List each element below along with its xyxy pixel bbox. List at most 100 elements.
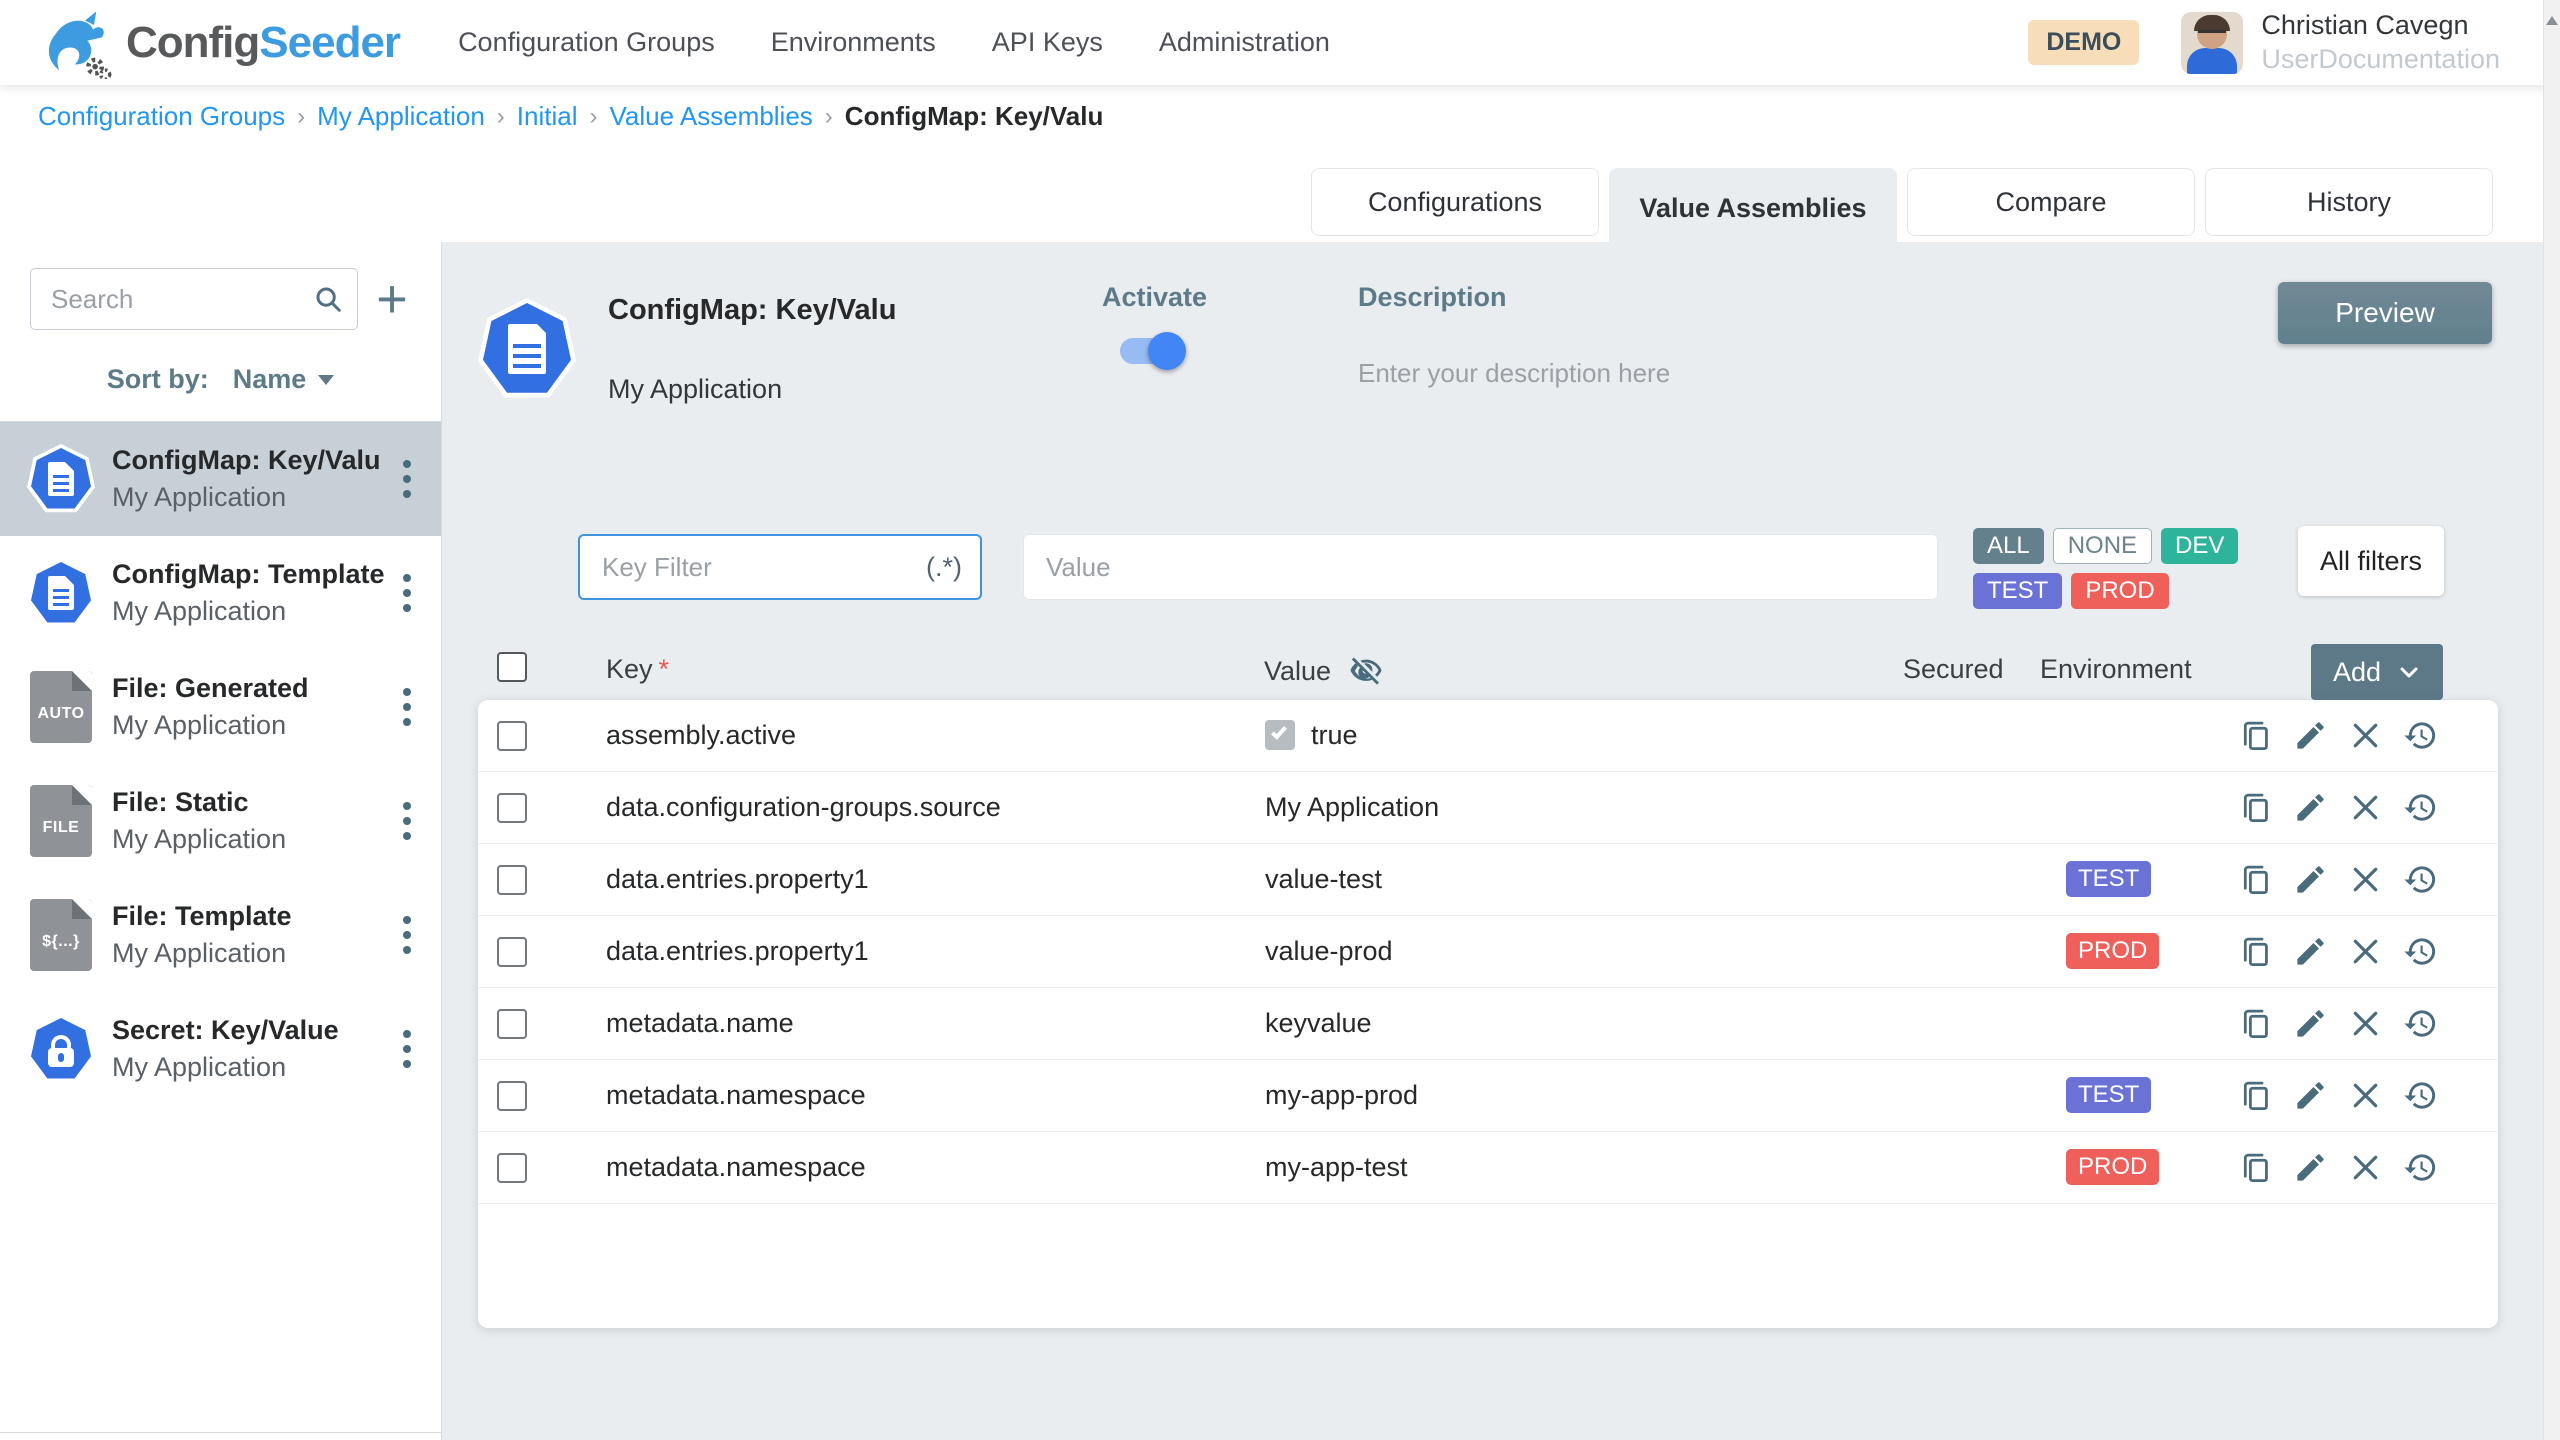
tab-history[interactable]: History [2205,168,2493,236]
item-menu-button[interactable] [387,802,427,840]
delete-icon[interactable] [2348,718,2383,753]
item-menu-button[interactable] [387,916,427,954]
preview-button[interactable]: Preview [2278,282,2492,344]
edit-icon[interactable] [2293,1150,2328,1185]
row-checkbox[interactable] [497,721,527,751]
row-checkbox[interactable] [497,1153,527,1183]
item-icon-slot: FILE [24,785,98,857]
history-icon[interactable] [2403,862,2438,897]
eye-off-icon[interactable] [1349,654,1383,688]
row-checkbox[interactable] [497,865,527,895]
item-menu-button[interactable] [387,574,427,612]
row-value: true [1265,720,1358,751]
table-row: data.configuration-groups.source My Appl… [478,772,2498,844]
copy-icon[interactable] [2238,1078,2273,1113]
row-checkbox[interactable] [497,793,527,823]
activate-toggle[interactable] [1120,338,1182,364]
delete-icon[interactable] [2348,790,2383,825]
add-entry-button[interactable]: Add [2311,644,2443,700]
row-checkbox[interactable] [497,1009,527,1039]
item-texts: Secret: Key/Value My Application [112,1015,387,1083]
copy-icon[interactable] [2238,1006,2273,1041]
breadcrumb-separator: › [825,103,833,131]
delete-icon[interactable] [2348,862,2383,897]
copy-icon[interactable] [2238,718,2273,753]
breadcrumb-link[interactable]: My Application [317,101,485,132]
edit-icon[interactable] [2293,790,2328,825]
history-icon[interactable] [2403,1150,2438,1185]
delete-icon[interactable] [2348,934,2383,969]
history-icon[interactable] [2403,934,2438,969]
delete-icon[interactable] [2348,1078,2383,1113]
search-icon [313,284,343,314]
delete-icon[interactable] [2348,1006,2383,1041]
item-menu-button[interactable] [387,460,427,498]
copy-icon[interactable] [2238,790,2273,825]
app-logo[interactable]: ConfigSeeder [40,7,400,79]
row-key: assembly.active [606,720,796,751]
copy-icon[interactable] [2238,1150,2273,1185]
select-all-checkbox[interactable] [497,652,527,682]
tab-compare[interactable]: Compare [1907,168,2195,236]
history-icon[interactable] [2403,718,2438,753]
edit-icon[interactable] [2293,934,2328,969]
add-configuration-button[interactable]: + [365,272,419,326]
copy-icon[interactable] [2238,862,2273,897]
item-icon-slot: ${...} [24,899,98,971]
environment-filter-badge[interactable]: ALL [1973,528,2044,564]
navbar-menu-item[interactable]: Environments [771,27,936,58]
edit-icon[interactable] [2293,718,2328,753]
edit-icon[interactable] [2293,1078,2328,1113]
item-title: ConfigMap: Template [112,559,387,590]
key-filter-input[interactable]: Key Filter (.*) [578,534,982,600]
row-value: my-app-prod [1265,1080,1418,1111]
row-checkbox[interactable] [497,1081,527,1111]
table-row: metadata.namespace my-app-test PROD [478,1132,2498,1204]
description-field[interactable]: Enter your description here [1358,358,1670,389]
breadcrumb-link[interactable]: Configuration Groups [38,101,285,132]
sidebar-list-item[interactable]: Secret: Key/Value My Application [0,992,441,1106]
main-zone: Search + Sort by: Name [0,242,2560,1440]
history-icon[interactable] [2403,1078,2438,1113]
navbar-menu-item[interactable]: API Keys [992,27,1103,58]
tab-configurations[interactable]: Configurations [1311,168,1599,236]
search-input[interactable]: Search [30,268,358,330]
row-checkbox[interactable] [497,937,527,967]
history-icon[interactable] [2403,1006,2438,1041]
all-filters-button[interactable]: All filters [2298,526,2444,596]
page-scrollbar[interactable] [2543,0,2560,1440]
delete-icon[interactable] [2348,1150,2383,1185]
environment-filter-badge[interactable]: PROD [2071,573,2168,609]
user-avatar[interactable] [2181,12,2243,74]
edit-icon[interactable] [2293,1006,2328,1041]
user-menu[interactable]: Christian Cavegn UserDocumentation [2261,9,2500,77]
navbar-menu-item[interactable]: Configuration Groups [458,27,715,58]
tab-value-assemblies[interactable]: Value Assemblies [1609,168,1897,248]
row-value: keyvalue [1265,1008,1372,1039]
file-icon: ${...} [30,899,92,971]
copy-icon[interactable] [2238,934,2273,969]
sidebar-list-item[interactable]: AUTO File: Generated My Application [0,650,441,764]
sidebar-list-item[interactable]: ConfigMap: Key/Valu My Application [0,422,441,536]
sidebar-list-item[interactable]: ConfigMap: Template My Application [0,536,441,650]
app-window: ConfigSeeder Configuration Groups Environ… [0,0,2560,1440]
item-subtitle: My Application [112,938,387,969]
value-filter-input[interactable]: Value [1023,534,1938,600]
history-icon[interactable] [2403,790,2438,825]
breadcrumb-link[interactable]: Value Assemblies [610,101,813,132]
environment-filter-badge[interactable]: TEST [1973,573,2062,609]
navbar-menu-item[interactable]: Administration [1159,27,1330,58]
sidebar-list-item[interactable]: FILE File: Static My Application [0,764,441,878]
environment-filter-badge[interactable]: DEV [2161,528,2238,564]
edit-icon[interactable] [2293,862,2328,897]
row-key: data.entries.property1 [606,936,869,967]
breadcrumb-link[interactable]: Initial [517,101,578,132]
scrollbar-up-arrow[interactable] [2546,16,2558,25]
item-menu-button[interactable] [387,1030,427,1068]
row-value-text: value-prod [1265,936,1393,967]
sort-dropdown[interactable]: Name [233,364,335,395]
sidebar: Search + Sort by: Name [0,242,442,1440]
item-menu-button[interactable] [387,688,427,726]
sidebar-list-item[interactable]: ${...} File: Template My Application [0,878,441,992]
environment-filter-badge[interactable]: NONE [2053,528,2152,564]
